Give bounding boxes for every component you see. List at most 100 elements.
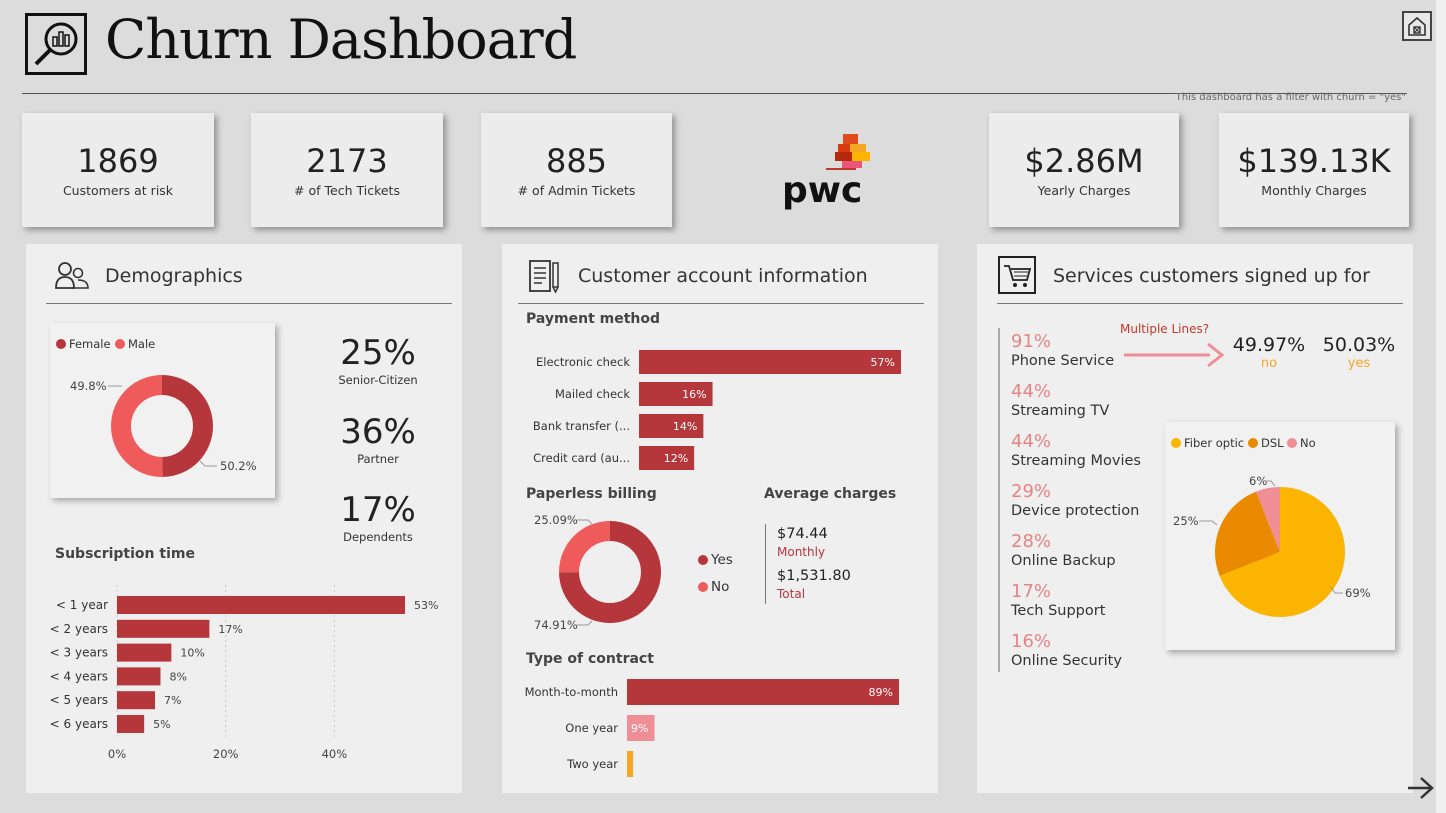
pie-slice-paperless-no	[559, 521, 610, 573]
legend-male-swatch	[115, 339, 125, 349]
value-label: 17%	[218, 623, 242, 636]
scroll-track[interactable]	[1436, 0, 1446, 813]
paperless-no-label: No	[711, 579, 729, 595]
dashboard-logo-icon	[25, 13, 87, 75]
service-name: Device protection	[1011, 503, 1140, 519]
contract-bar-chart: Month-to-month 89% One year 9% Two year	[525, 679, 899, 777]
value-label: 16%	[682, 388, 706, 401]
category-label: One year	[565, 721, 618, 735]
service-item: 17% Tech Support	[1011, 582, 1141, 632]
value-label: 57%	[871, 356, 895, 369]
service-pct: 16%	[1011, 631, 1052, 652]
subscription-bar-chart: 0% 20% 40% < 1 year 53% < 2 years 17% < 3 years…	[50, 585, 438, 761]
bar	[117, 691, 156, 710]
bar	[639, 350, 901, 374]
kpi-label: Customers at risk	[62, 183, 174, 198]
services-rule	[998, 328, 1000, 672]
payment-bar-chart: Electronic check 57% Mailed check 16% Bank t…	[533, 350, 901, 470]
internet-dsl-pct: 25%	[1173, 514, 1199, 528]
service-item: 44% Streaming TV	[1011, 382, 1141, 432]
legend-dsl-label: DSL	[1261, 436, 1284, 450]
internet-dsl-leader	[1199, 520, 1218, 526]
value-label: 12%	[664, 452, 688, 465]
service-item: 28% Online Backup	[1011, 532, 1141, 582]
legend-no-label: No	[1300, 436, 1316, 450]
multiple-lines-no-value: 49.97%	[1232, 334, 1306, 356]
service-item: 16% Online Security	[1011, 632, 1141, 682]
avg-monthly-label: Monthly	[777, 545, 826, 559]
kpi-yearly-charges: $2.86M Yearly Charges	[989, 113, 1179, 227]
internet-no-pct: 6%	[1249, 474, 1267, 488]
filter-note: This dashboard has a filter with churn =…	[1175, 92, 1406, 103]
avg-monthly-value: $74.44	[777, 526, 828, 542]
legend-male-label: Male	[128, 337, 155, 351]
kpi-value: 2173	[306, 142, 388, 180]
multiple-lines-no-label: no	[1260, 356, 1278, 371]
service-pct: 44%	[1011, 381, 1052, 402]
category-label: Electronic check	[536, 355, 630, 369]
service-pct: 17%	[1011, 581, 1052, 602]
home-button[interactable]	[1402, 11, 1432, 41]
kpi-label: # of Admin Tickets	[517, 183, 636, 198]
service-item: 44% Streaming Movies	[1011, 432, 1141, 482]
service-name: Online Security	[1011, 653, 1122, 669]
bar	[627, 679, 899, 705]
senior-citizen-label: Senior-Citizen	[338, 373, 418, 387]
payment-title: Payment method	[526, 311, 661, 327]
bar	[117, 715, 145, 733]
kpi-label: Yearly Charges	[1037, 183, 1131, 198]
value-label: 9%	[631, 722, 648, 735]
kpi-label: Monthly Charges	[1261, 183, 1367, 198]
value-label: 89%	[869, 686, 893, 699]
page-title: Churn Dashboard	[105, 8, 577, 71]
category-label: Credit card (au...	[533, 451, 630, 465]
paperless-no-swatch	[698, 582, 708, 592]
kpi-value: $139.13K	[1237, 142, 1391, 180]
next-page-button[interactable]	[1404, 773, 1436, 803]
account-title: Customer account information	[578, 265, 868, 287]
demographics-title: Demographics	[105, 265, 243, 287]
multiple-lines-yes-value: 50.03%	[1322, 334, 1396, 356]
avg-charges-rule	[765, 524, 766, 604]
arrow-right-icon	[1124, 342, 1225, 368]
pie-slice-female	[162, 375, 213, 477]
paperless-no-pct: 25.09%	[534, 513, 578, 527]
multiple-lines-yes: 50.03% yes	[1319, 334, 1399, 371]
multiple-lines-no: 49.97% no	[1229, 334, 1309, 371]
legend-fiber-label: Fiber optic	[1184, 436, 1244, 450]
dependents-value: 17%	[340, 490, 416, 530]
senior-citizen-value: 25%	[340, 333, 416, 373]
service-item: 29% Device protection	[1011, 482, 1141, 532]
services-divider	[997, 303, 1403, 304]
avg-total-value: $1,531.80	[777, 568, 851, 584]
paperless-yes-pct: 74.91%	[534, 618, 578, 632]
pwc-text: pwc	[782, 170, 862, 211]
partner-stat: 36% Partner	[318, 412, 438, 466]
cart-button[interactable]	[998, 256, 1036, 294]
home-icon	[1408, 16, 1426, 36]
kpi-customers-at-risk: 1869 Customers at risk	[22, 113, 214, 227]
kpi-value: 885	[545, 142, 608, 180]
partner-label: Partner	[357, 452, 399, 466]
kpi-label: # of Tech Tickets	[294, 183, 400, 198]
service-pct: 44%	[1011, 431, 1052, 452]
services-list: 91% Phone Service 44% Streaming TV 44% S…	[1011, 332, 1141, 682]
pwc-logo: pwc	[780, 132, 885, 212]
bar	[117, 596, 405, 614]
shopping-cart-icon	[1004, 265, 1032, 287]
paperless-title: Paperless billing	[526, 486, 657, 502]
x-tick-label: 20%	[213, 747, 239, 761]
paperless-yes-leader	[577, 620, 593, 626]
contract-title: Type of contract	[526, 651, 654, 667]
service-pct: 29%	[1011, 481, 1052, 502]
legend-female-swatch	[56, 339, 66, 349]
paperless-donut-chart: 25.09% 74.91% Yes No	[534, 513, 733, 632]
people-icon	[54, 261, 90, 295]
value-label: 7%	[164, 694, 181, 707]
category-label: Month-to-month	[525, 685, 618, 699]
multiple-lines-label: Multiple Lines?	[1120, 322, 1210, 336]
value-label: 8%	[169, 670, 186, 683]
category-label: Two year	[566, 757, 618, 771]
male-pct-label: 50.2%	[220, 459, 257, 473]
kpi-value: $2.86M	[1024, 142, 1144, 180]
